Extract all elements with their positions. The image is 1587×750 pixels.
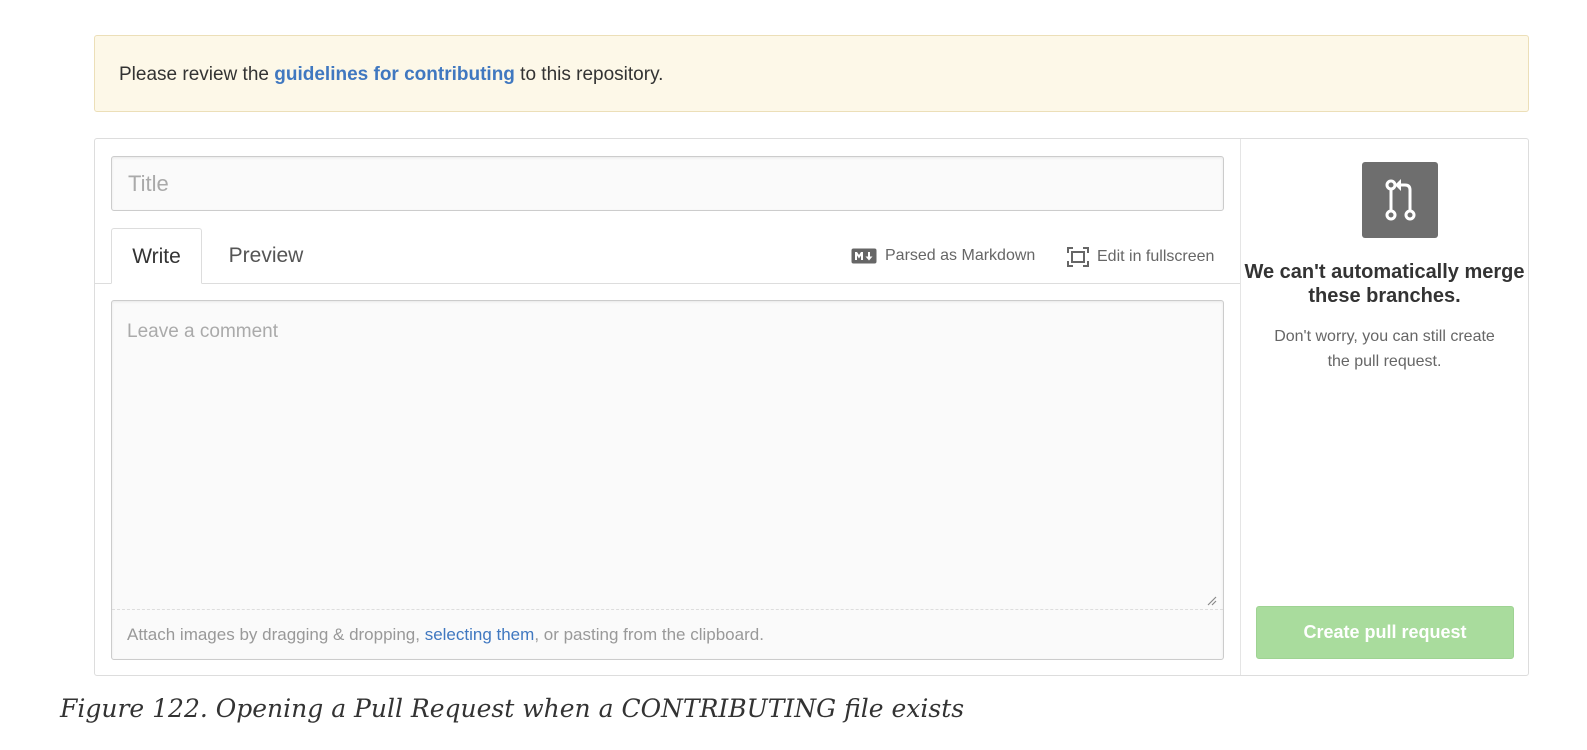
markdown-icon bbox=[851, 248, 877, 264]
git-pull-request-icon bbox=[1362, 162, 1438, 238]
create-pull-request-button[interactable]: Create pull request bbox=[1256, 606, 1514, 659]
pull-request-editor: Write Preview Parsed as Markdown Edit in… bbox=[95, 139, 1241, 675]
comment-textarea[interactable] bbox=[112, 301, 1223, 609]
merge-warning-heading: We can't automatically merge these branc… bbox=[1244, 261, 1525, 307]
select-files-link[interactable]: selecting them bbox=[425, 625, 535, 644]
merge-warning-subtext: Don't worry, you can still create the pu… bbox=[1274, 328, 1495, 370]
title-input[interactable] bbox=[111, 156, 1224, 211]
resize-handle-icon[interactable] bbox=[1207, 596, 1217, 606]
attach-hint-prefix: Attach images by dragging & dropping, bbox=[127, 625, 425, 644]
attach-images-hint: Attach images by dragging & dropping, se… bbox=[112, 609, 1223, 660]
tab-preview[interactable]: Preview bbox=[221, 228, 311, 284]
fullscreen-label: Edit in fullscreen bbox=[1097, 248, 1215, 265]
fullscreen-icon bbox=[1067, 247, 1089, 267]
attach-hint-suffix: , or pasting from the clipboard. bbox=[534, 625, 764, 644]
markdown-note-label: Parsed as Markdown bbox=[885, 247, 1036, 264]
notice-prefix: Please review the bbox=[119, 64, 275, 85]
notice-suffix: to this repository. bbox=[514, 64, 664, 85]
figure-caption: Figure 122. Opening a Pull Request when … bbox=[60, 694, 965, 723]
fullscreen-button[interactable]: Edit in fullscreen bbox=[1067, 247, 1214, 267]
guidelines-link[interactable]: guidelines for contributing bbox=[274, 64, 515, 85]
contributing-notice: Please review the guidelines for contrib… bbox=[94, 35, 1529, 112]
comment-box: Attach images by dragging & dropping, se… bbox=[111, 300, 1224, 660]
merge-status-panel: We can't automatically merge these branc… bbox=[1241, 139, 1528, 675]
markdown-note: Parsed as Markdown bbox=[851, 247, 1035, 265]
pull-request-form: Write Preview Parsed as Markdown Edit in… bbox=[94, 138, 1529, 676]
tab-write[interactable]: Write bbox=[111, 228, 202, 284]
